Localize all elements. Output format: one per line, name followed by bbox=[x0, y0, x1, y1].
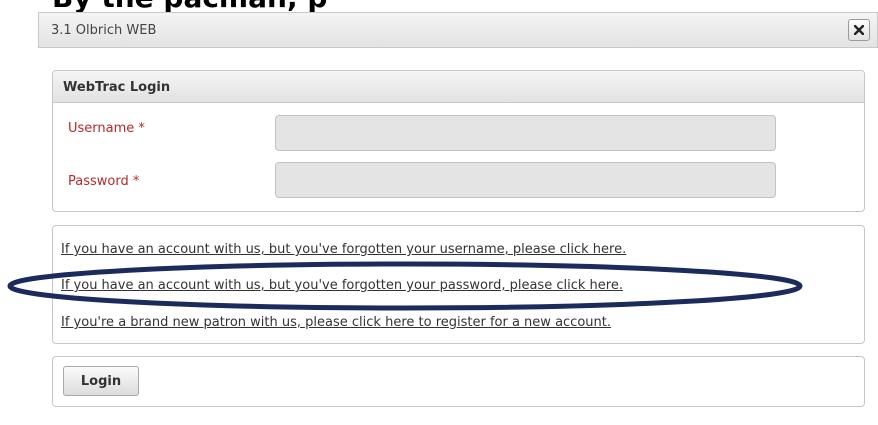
help-links-panel: If you have an account with us, but you'… bbox=[52, 225, 865, 344]
forgot-password-link[interactable]: If you have an account with us, but you'… bbox=[61, 278, 623, 293]
password-label: Password * bbox=[68, 174, 140, 189]
page: By the pacman, p 3.1 Olbrich WEB WebTrac… bbox=[0, 0, 878, 425]
dialog-title-bar: 3.1 Olbrich WEB bbox=[38, 12, 878, 48]
password-field[interactable] bbox=[275, 162, 776, 198]
close-button[interactable] bbox=[848, 19, 870, 41]
login-action-panel: Login bbox=[52, 356, 865, 407]
username-label: Username * bbox=[68, 121, 145, 136]
login-button[interactable]: Login bbox=[63, 366, 139, 396]
cropped-heading: By the pacman, p bbox=[52, 0, 327, 12]
login-panel: WebTrac Login Username * Password * bbox=[52, 70, 865, 212]
forgot-username-link[interactable]: If you have an account with us, but you'… bbox=[61, 242, 626, 257]
login-panel-heading: WebTrac Login bbox=[53, 71, 864, 103]
username-field[interactable] bbox=[275, 115, 776, 151]
register-link[interactable]: If you're a brand new patron with us, pl… bbox=[61, 315, 611, 330]
close-icon bbox=[854, 25, 864, 35]
dialog-title: 3.1 Olbrich WEB bbox=[51, 23, 157, 38]
